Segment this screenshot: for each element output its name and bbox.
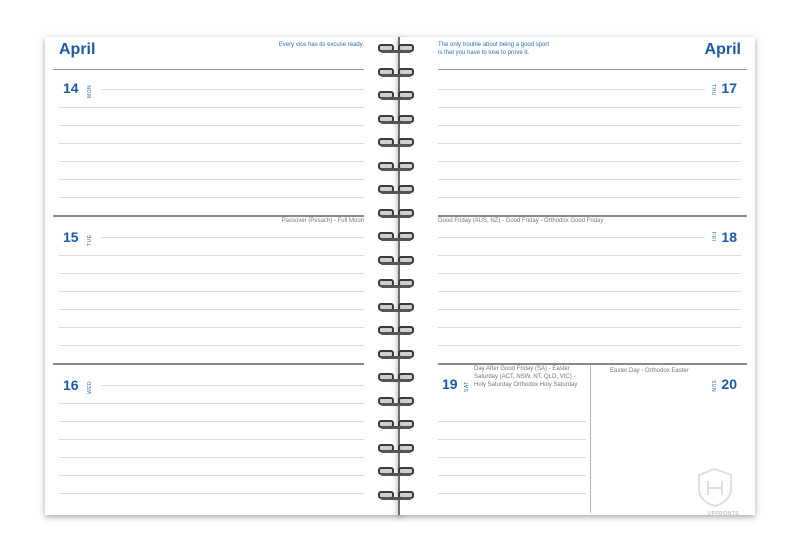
writing-line (59, 493, 364, 494)
day-of-week-tue: TUE (87, 234, 93, 247)
spiral-ring (378, 467, 416, 477)
writing-line (59, 439, 364, 440)
writing-line (438, 143, 741, 144)
writing-line (59, 179, 364, 180)
writing-line (438, 125, 741, 126)
day-of-week-sat: SAT (464, 381, 470, 392)
writing-line (101, 237, 364, 238)
writing-line (438, 475, 586, 476)
day-number-15: 15 (63, 229, 79, 245)
spiral-ring (378, 67, 416, 78)
spiral-ring (378, 185, 416, 195)
spiral-ring (378, 232, 416, 242)
writing-line (101, 385, 364, 386)
left-page: April Every vice has its excuse ready. 1… (45, 37, 402, 515)
writing-line (438, 291, 741, 292)
spiral-ring (378, 138, 416, 148)
spiral-ring (378, 255, 416, 266)
quote-right-line1: The only trouble about being a good spor… (438, 42, 550, 48)
spiral-ring (378, 396, 416, 407)
day-of-week-sun: SUN (710, 380, 716, 393)
writing-line (438, 237, 705, 238)
writing-line (438, 273, 741, 274)
spiral-ring (378, 279, 416, 289)
spiral-ring (378, 44, 416, 54)
weekend-divider (590, 365, 591, 513)
writing-line (59, 309, 364, 310)
writing-line (59, 327, 364, 328)
day-number-14: 14 (63, 80, 79, 96)
day-number-18: 18 (721, 229, 737, 245)
day-of-week-mon: MON (87, 84, 93, 98)
spiral-ring (378, 490, 416, 501)
writing-line (438, 179, 741, 180)
writing-line (438, 255, 741, 256)
writing-line (438, 161, 741, 162)
spiral-ring (378, 91, 416, 101)
writing-line (438, 107, 741, 108)
spiral-ring (378, 114, 416, 125)
day-of-week-wed: WED (87, 380, 93, 394)
day-of-week-thu: THU (710, 84, 716, 96)
writing-line (438, 421, 586, 422)
spiral-ring (378, 326, 416, 336)
writing-line (438, 89, 705, 90)
spiral-ring (378, 443, 416, 454)
publisher-shield-icon (698, 467, 732, 508)
spiral-ring (378, 302, 416, 313)
writing-line (59, 475, 364, 476)
writing-line (438, 439, 586, 440)
writing-line (101, 89, 364, 90)
writing-line (59, 255, 364, 256)
spiral-ring (378, 420, 416, 430)
writing-line (59, 125, 364, 126)
event-easter-day: Easter Day - Orthodox Easter (610, 368, 689, 374)
header-rule (53, 69, 364, 70)
writing-line (59, 291, 364, 292)
writing-line (438, 345, 741, 346)
writing-line (438, 327, 741, 328)
quote-left: Every vice has its excuse ready. (278, 42, 364, 48)
day-number-19: 19 (442, 376, 458, 392)
writing-line (438, 309, 741, 310)
writing-line (438, 493, 586, 494)
event-passover: Passover (Pesach) - Full Moon (281, 218, 364, 224)
spiral-ring (378, 208, 416, 219)
writing-line (59, 197, 364, 198)
day-number-16: 16 (63, 377, 79, 393)
writing-line (59, 403, 364, 404)
writing-line (59, 345, 364, 346)
spiral-ring (378, 373, 416, 383)
day-of-week-fri: FRI (710, 232, 716, 242)
right-page: The only trouble about being a good spor… (398, 37, 755, 517)
spiral-ring (378, 349, 416, 360)
spiral-ring (378, 161, 416, 172)
writing-line (59, 273, 364, 274)
month-label-left: April (59, 41, 96, 58)
writing-line (59, 107, 364, 108)
day-separator (53, 363, 364, 365)
writing-line (59, 421, 364, 422)
writing-line (59, 457, 364, 458)
quote-right-line2: is that you have to lose to prove it. (438, 50, 530, 56)
publisher-logo-text: UPFRONTS (707, 511, 739, 517)
event-easter-saturday: Day After Good Friday (SA) - Easter Satu… (474, 366, 578, 388)
writing-line (59, 161, 364, 162)
writing-line (438, 197, 741, 198)
writing-line (59, 143, 364, 144)
day-number-20: 20 (721, 376, 737, 392)
header-rule (438, 69, 747, 70)
day-number-17: 17 (721, 80, 737, 96)
month-label-right: April (704, 41, 741, 58)
event-good-friday: Good Friday (AUS, NZ) - Good Friday - Or… (438, 218, 604, 224)
writing-line (438, 457, 586, 458)
